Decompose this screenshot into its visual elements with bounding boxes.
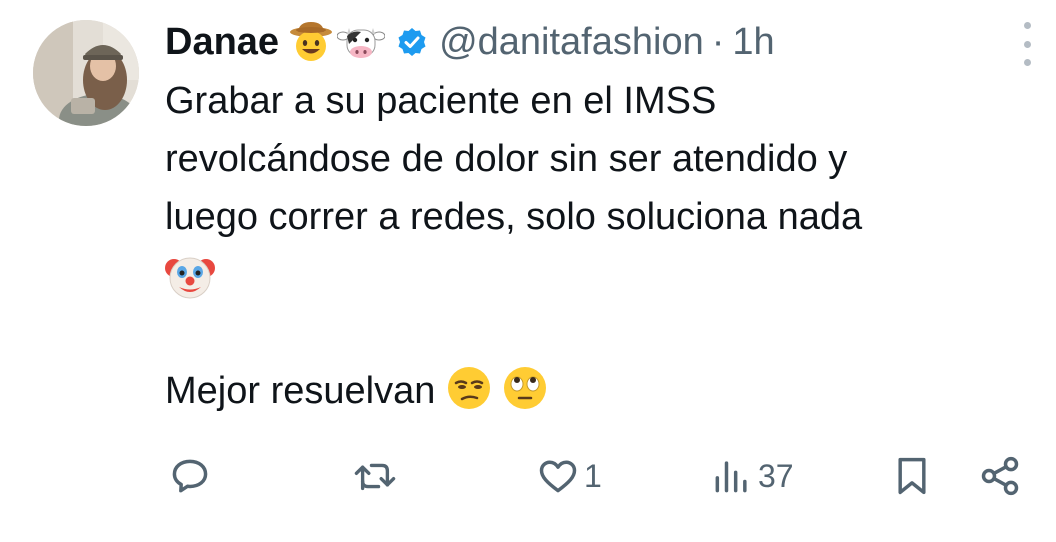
cow-face-icon — [337, 22, 386, 62]
like-button[interactable]: 1 — [536, 448, 602, 504]
avatar-image — [33, 20, 139, 126]
like-count: 1 — [584, 457, 602, 494]
bookmark-icon — [898, 457, 926, 495]
heart-icon — [539, 460, 577, 493]
retweet-button[interactable] — [352, 448, 402, 504]
verified-badge-icon[interactable] — [397, 27, 427, 57]
reply-button[interactable] — [168, 448, 216, 504]
tweet-line-1: Grabar a su paciente en el IMSS — [165, 80, 717, 122]
bookmark-button[interactable] — [892, 448, 932, 504]
tweet-last-text: Mejor resuelvan — [165, 370, 436, 412]
share-icon — [981, 456, 1019, 496]
retweet-icon — [354, 463, 396, 491]
clown-face-icon — [165, 246, 215, 300]
tweet-line-3: luego correr a redes, solo soluciona nad… — [165, 196, 863, 238]
face-with-rolling-eyes-icon — [502, 365, 548, 411]
views-count: 37 — [758, 457, 794, 494]
separator-dot: · — [711, 20, 725, 63]
timestamp[interactable]: 1h — [732, 21, 774, 64]
author-name[interactable]: Danae — [165, 21, 279, 64]
unamused-face-icon — [446, 365, 492, 411]
tweet-header: Danae @danitafashion · 1h — [165, 14, 775, 70]
tweet-line-emoji — [165, 246, 1025, 304]
share-button[interactable] — [978, 448, 1022, 504]
author-handle[interactable]: @danitafashion — [439, 21, 704, 64]
views-button[interactable]: 37 — [710, 448, 794, 504]
reply-icon — [172, 459, 208, 493]
tweet-line-last: Mejor resuelvan — [165, 362, 1025, 420]
views-icon — [715, 461, 747, 493]
cowboy-hat-face-icon — [289, 22, 333, 62]
more-options-icon[interactable] — [1016, 22, 1038, 66]
tweet-actions: 1 37 — [150, 448, 1040, 504]
tweet-line-2: revolcándose de dolor sin ser atendido y — [165, 138, 848, 180]
tweet-text: Grabar a su paciente en el IMSS revolcán… — [165, 72, 1025, 420]
avatar[interactable] — [33, 20, 139, 126]
tweet[interactable]: Danae @danitafashion · 1h Grabar a su pa… — [0, 0, 1056, 542]
